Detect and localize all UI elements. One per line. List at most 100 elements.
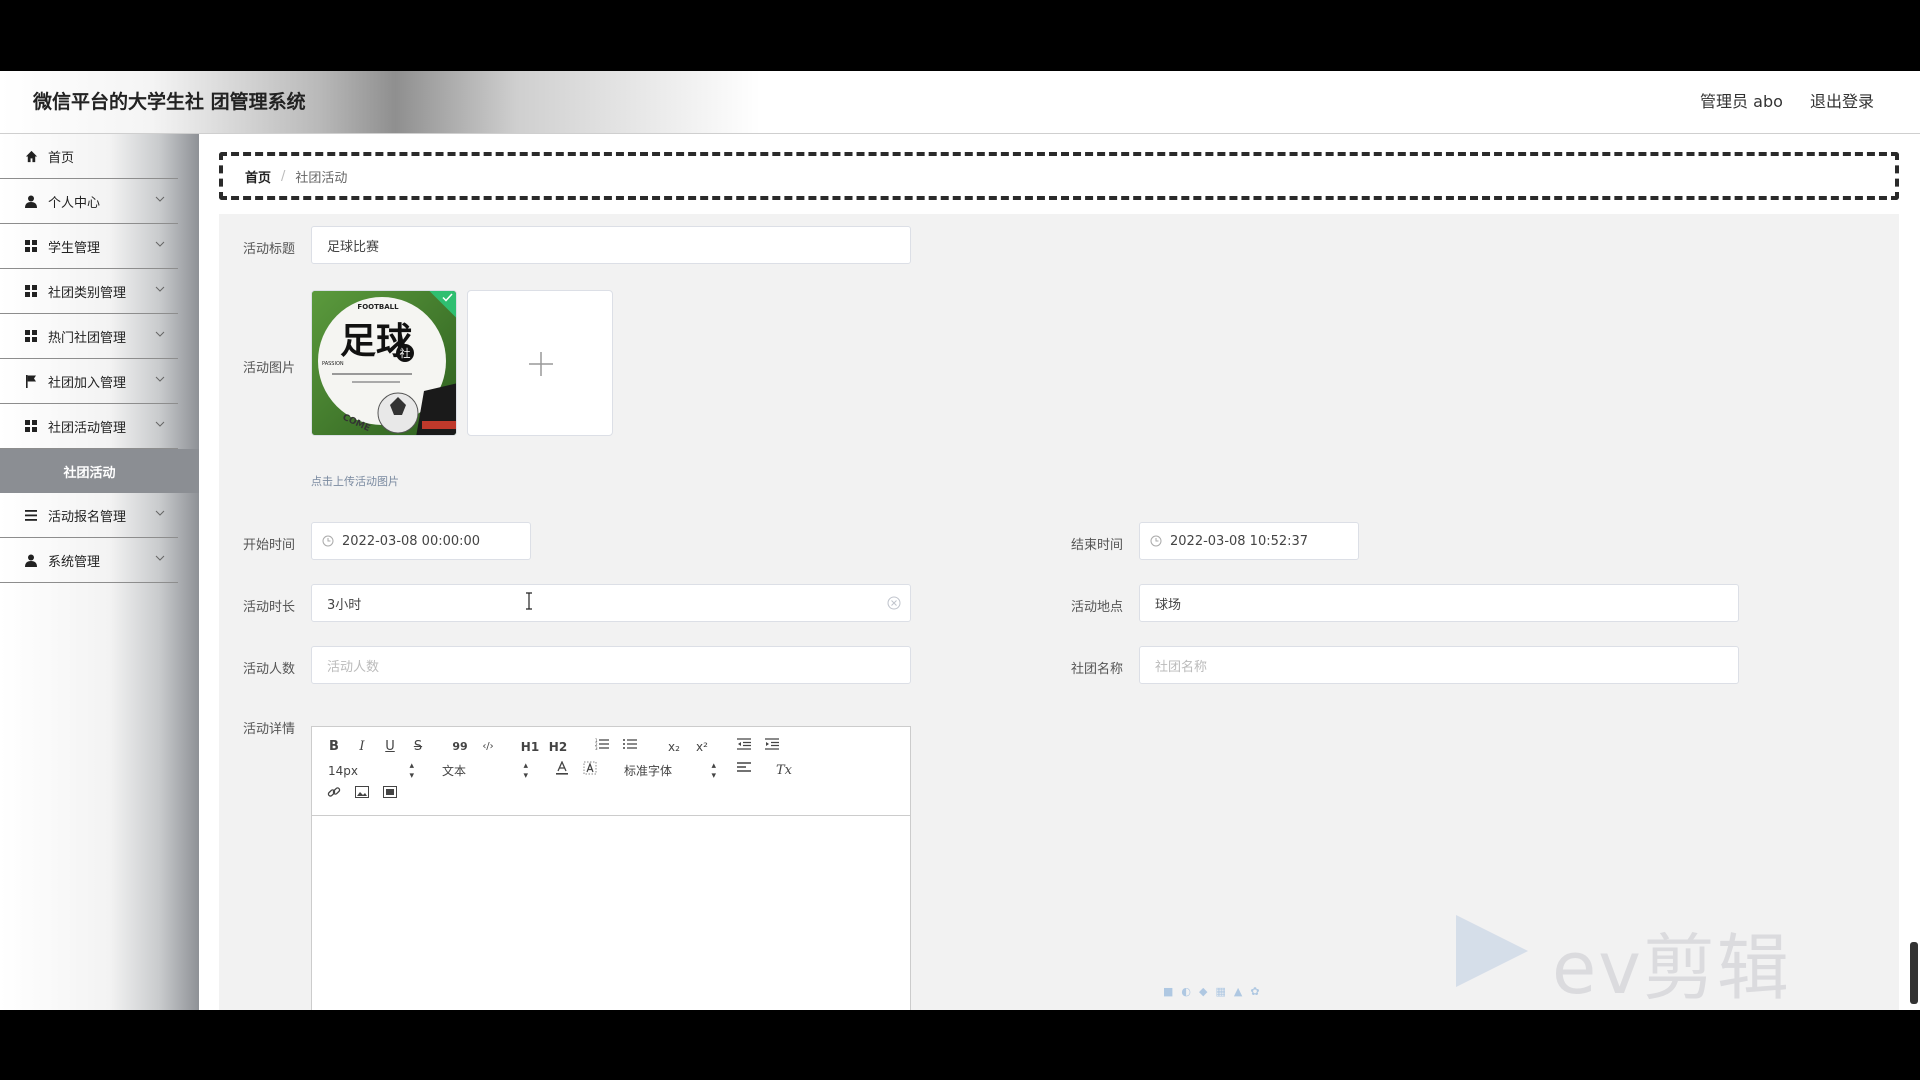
poster-badge-text: 社 bbox=[400, 346, 411, 360]
chevron-down-icon bbox=[155, 331, 165, 337]
list-icon bbox=[24, 508, 38, 522]
title-input[interactable]: 足球比赛 bbox=[311, 226, 911, 264]
heading2-button[interactable]: H2 bbox=[548, 737, 568, 757]
clear-icon[interactable] bbox=[887, 596, 901, 610]
sidebar-item-label: 社团类别管理 bbox=[48, 285, 127, 301]
header-user-area: 管理员 abo 退出登录 bbox=[1678, 71, 1874, 133]
sidebar-item-activity-signup[interactable]: 活动报名管理 bbox=[0, 493, 178, 538]
uploaded-image-thumb[interactable]: FOOTBALL 足球 社 PASSION COME bbox=[311, 290, 457, 436]
outdent-button[interactable] bbox=[734, 737, 754, 757]
strike-button[interactable]: S bbox=[408, 737, 428, 757]
text-cursor-icon bbox=[526, 592, 532, 610]
poster-side-text: PASSION bbox=[322, 361, 344, 367]
sidebar-item-label: 首页 bbox=[48, 150, 75, 166]
club-name-input[interactable]: 社团名称 bbox=[1139, 646, 1739, 684]
ime-punct-icon: ◆ bbox=[1199, 984, 1208, 998]
activity-form: 活动标题 足球比赛 活动图片 FOOTBALL 足球 社 PASSION COM… bbox=[219, 214, 1899, 1010]
duration-input[interactable]: 3小时 bbox=[311, 584, 911, 622]
breadcrumb-home[interactable]: 首页 bbox=[245, 167, 271, 186]
end-time-value: 2022-03-08 10:52:37 bbox=[1170, 533, 1309, 549]
blockquote-button[interactable]: 99 bbox=[450, 737, 470, 757]
end-time-input[interactable]: 2022-03-08 10:52:37 bbox=[1139, 522, 1359, 560]
check-icon bbox=[442, 293, 453, 302]
ime-mode-icon: ◐ bbox=[1181, 984, 1192, 998]
select-arrows-icon: ▴ ▾ bbox=[523, 761, 528, 781]
scrollbar-thumb[interactable] bbox=[1910, 942, 1918, 1004]
location-input[interactable]: 球场 bbox=[1139, 584, 1739, 622]
svg-text:3: 3 bbox=[595, 746, 598, 750]
football-poster-image: FOOTBALL 足球 社 PASSION COME bbox=[312, 291, 456, 435]
sidebar-item-home[interactable]: 首页 bbox=[0, 134, 178, 179]
app-title: 微信平台的大学生社 团管理系统 bbox=[33, 91, 306, 113]
font-color-button[interactable] bbox=[552, 760, 572, 781]
font-size-select[interactable]: 14px ▴ ▾ bbox=[328, 761, 414, 781]
chevron-down-icon bbox=[155, 510, 165, 516]
clock-icon bbox=[322, 535, 334, 547]
ordered-list-button[interactable]: 123 bbox=[592, 737, 612, 757]
editor-content-area[interactable] bbox=[312, 816, 910, 1010]
ime-keyboard-icon: ▦ bbox=[1215, 984, 1226, 998]
sidebar-item-label: 个人中心 bbox=[48, 195, 101, 211]
upload-add-button[interactable] bbox=[467, 290, 613, 436]
start-time-input[interactable]: 2022-03-08 00:00:00 bbox=[311, 522, 531, 560]
video-button[interactable] bbox=[380, 785, 400, 805]
bullet-list-icon bbox=[623, 739, 637, 749]
sidebar-item-hot-clubs[interactable]: 热门社团管理 bbox=[0, 314, 178, 359]
underline-button[interactable]: U bbox=[380, 737, 400, 757]
bold-button[interactable]: B bbox=[324, 737, 344, 757]
app-window: 微信平台的大学生社 团管理系统 管理员 abo 退出登录 首页 个人中心 学生管… bbox=[0, 71, 1920, 1010]
sidebar-item-label: 系统管理 bbox=[48, 554, 101, 570]
sidebar-item-label: 学生管理 bbox=[48, 240, 101, 256]
sidebar-item-label: 社团活动管理 bbox=[48, 420, 127, 436]
sidebar-item-students[interactable]: 学生管理 bbox=[0, 224, 178, 269]
align-button[interactable] bbox=[734, 761, 754, 781]
grid-icon bbox=[24, 239, 38, 253]
background-color-icon bbox=[583, 761, 597, 775]
flag-icon bbox=[24, 374, 38, 388]
sidebar-item-club-activities[interactable]: 社团活动管理 bbox=[0, 404, 178, 449]
heading1-button[interactable]: H1 bbox=[520, 737, 540, 757]
main-content: 首页 / 社团活动 活动标题 足球比赛 活动图片 FOOTBALL 足球 社 P… bbox=[219, 152, 1899, 1010]
logout-link[interactable]: 退出登录 bbox=[1810, 92, 1874, 111]
sidebar-subitem-club-activity[interactable]: 社团活动 bbox=[0, 449, 199, 493]
font-family-select[interactable]: 标准字体 ▴ ▾ bbox=[624, 761, 716, 781]
grid-icon bbox=[24, 329, 38, 343]
plus-icon bbox=[529, 352, 553, 376]
ime-logo-icon: ■ bbox=[1163, 984, 1174, 998]
font-family-value: 标准字体 bbox=[624, 764, 673, 778]
subscript-button[interactable]: x₂ bbox=[664, 737, 684, 757]
code-block-button[interactable]: ‹/› bbox=[478, 737, 498, 757]
italic-button[interactable]: I bbox=[352, 737, 372, 757]
image-button[interactable] bbox=[352, 785, 372, 805]
background-color-button[interactable] bbox=[580, 761, 600, 781]
sidebar-item-system[interactable]: 系统管理 bbox=[0, 538, 178, 583]
ordered-list-icon: 123 bbox=[595, 738, 609, 751]
clear-format-button[interactable]: Tx bbox=[774, 761, 794, 781]
sidebar-item-label: 社团加入管理 bbox=[48, 375, 127, 391]
people-input[interactable]: 活动人数 bbox=[311, 646, 911, 684]
outdent-icon bbox=[737, 738, 751, 750]
sidebar-item-club-join[interactable]: 社团加入管理 bbox=[0, 359, 178, 404]
bullet-list-button[interactable] bbox=[620, 737, 640, 757]
sidebar: 首页 个人中心 学生管理 社团类别管理 热门社团管理 社团加入管理 社团活动管理… bbox=[0, 134, 199, 1010]
text-type-select[interactable]: 文本 ▴ ▾ bbox=[442, 761, 528, 781]
video-icon bbox=[383, 786, 397, 798]
user-icon bbox=[24, 194, 38, 208]
select-arrows-icon: ▴ ▾ bbox=[409, 761, 414, 781]
ime-skin-icon: ▲ bbox=[1233, 984, 1243, 998]
indent-button[interactable] bbox=[762, 737, 782, 757]
clock-icon bbox=[1150, 535, 1162, 547]
sidebar-item-club-categories[interactable]: 社团类别管理 bbox=[0, 269, 178, 314]
superscript-button[interactable]: x² bbox=[692, 737, 712, 757]
breadcrumb-current: 社团活动 bbox=[295, 170, 348, 186]
font-size-value: 14px bbox=[328, 764, 358, 778]
sidebar-item-profile[interactable]: 个人中心 bbox=[0, 179, 178, 224]
link-icon bbox=[327, 787, 341, 797]
duration-label: 活动时长 bbox=[243, 600, 296, 615]
chevron-down-icon bbox=[155, 241, 165, 247]
ime-toolbar: ■ ◐ ◆ ▦ ▲ ✿ bbox=[1163, 983, 1363, 999]
sidebar-item-label: 活动报名管理 bbox=[48, 509, 127, 525]
start-time-label: 开始时间 bbox=[243, 538, 296, 553]
link-button[interactable] bbox=[324, 785, 344, 805]
start-time-value: 2022-03-08 00:00:00 bbox=[342, 533, 481, 549]
